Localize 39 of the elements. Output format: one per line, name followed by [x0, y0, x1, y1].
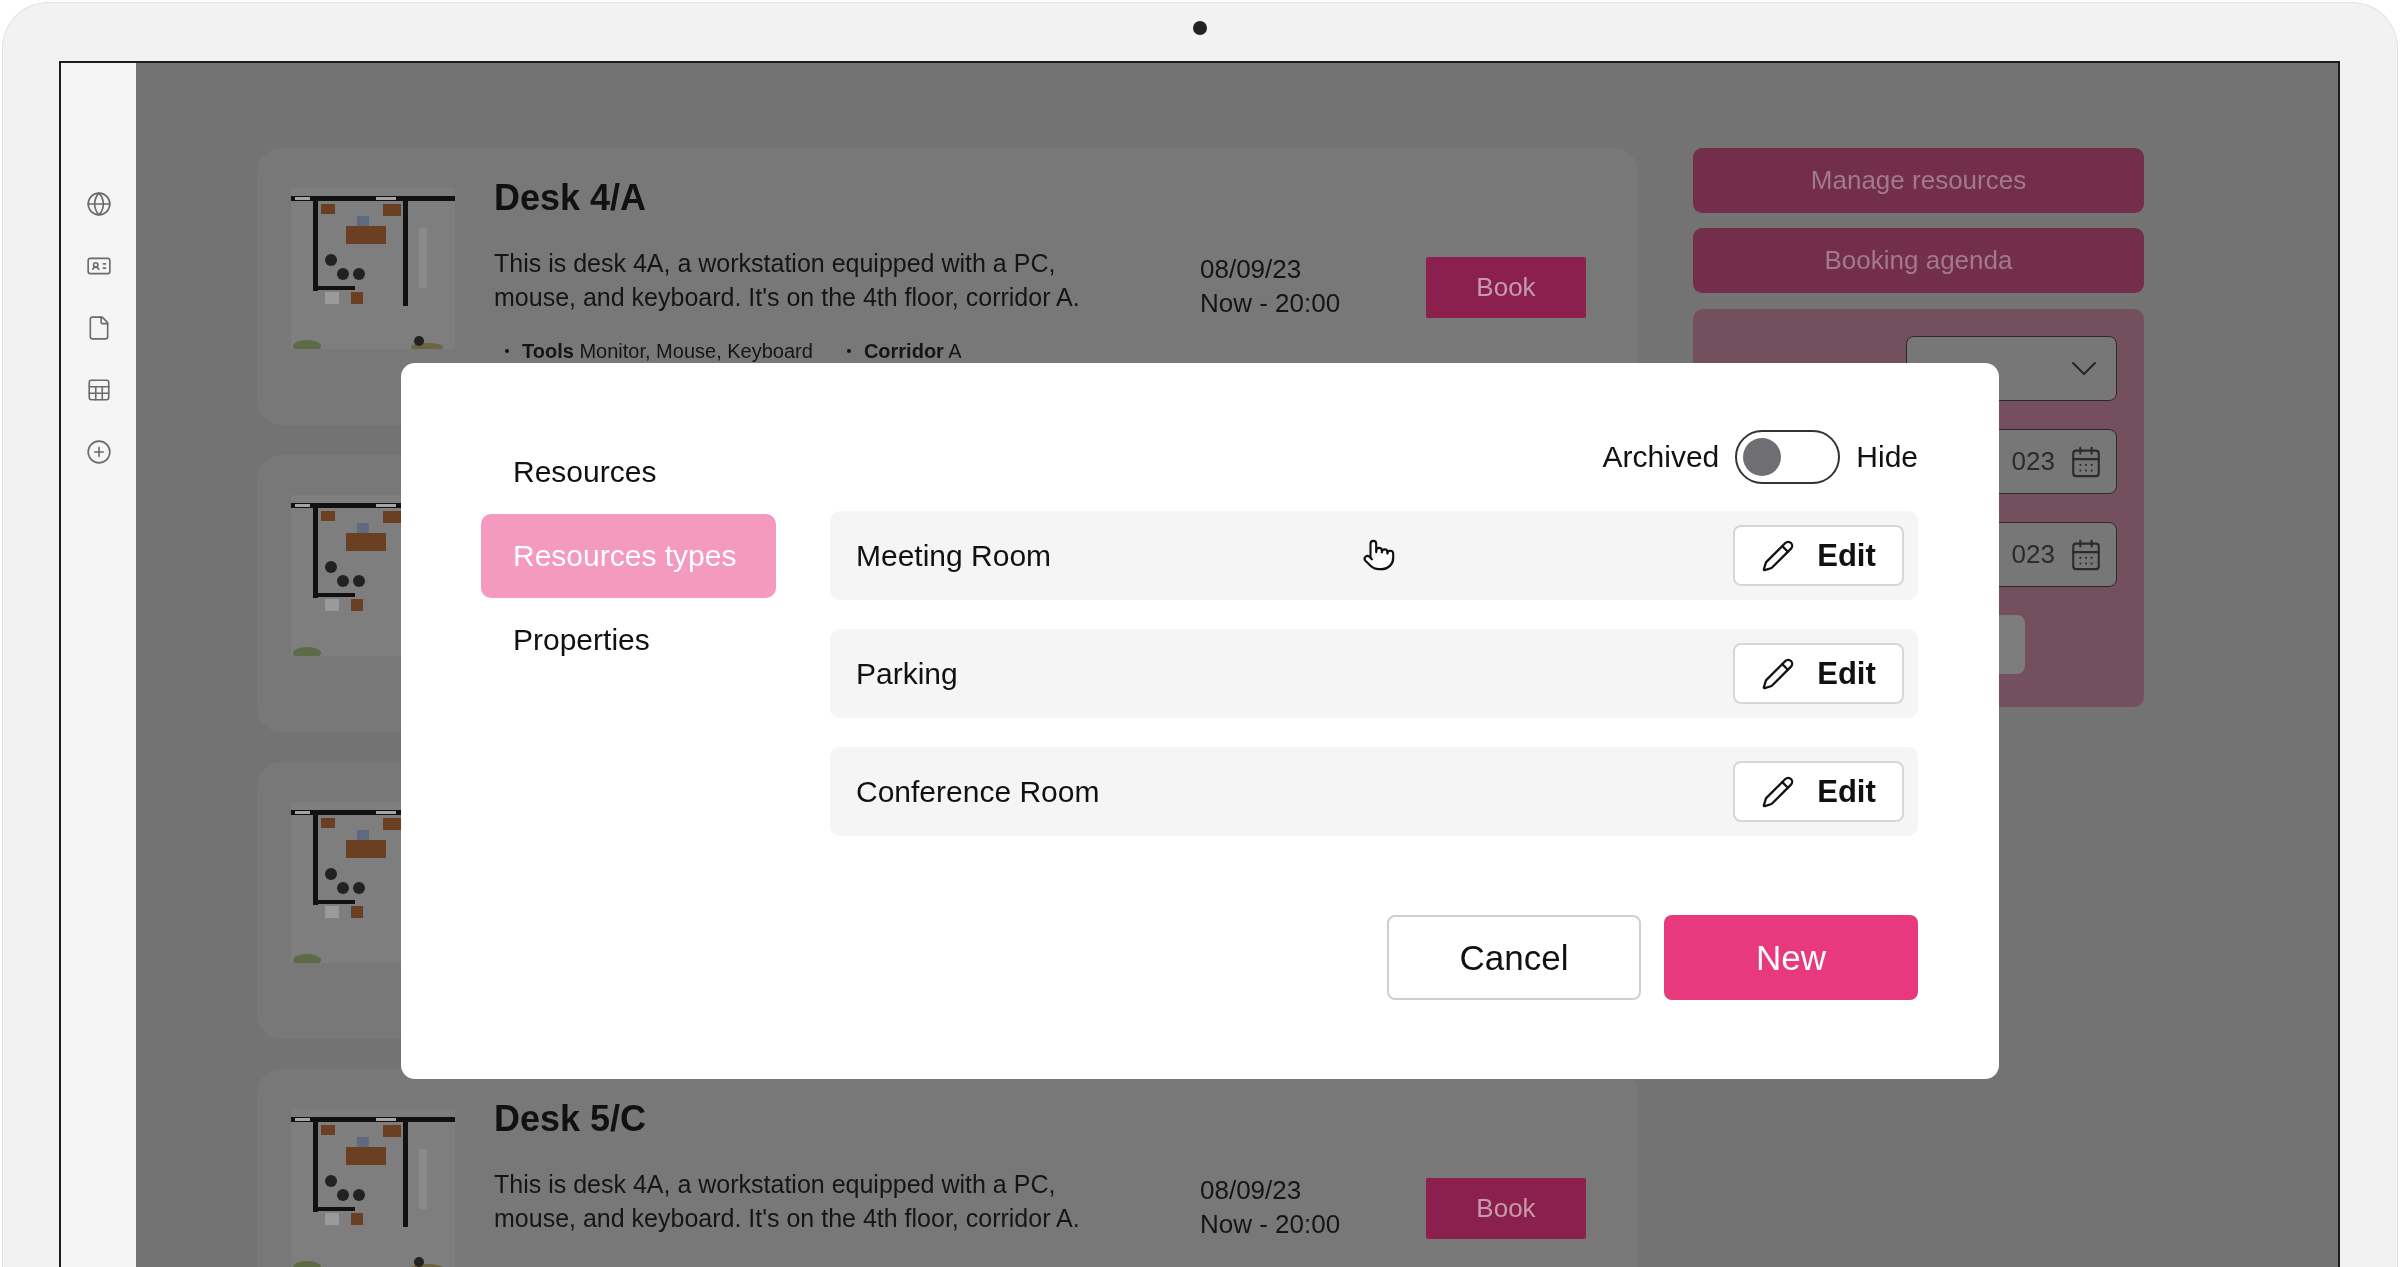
pencil-icon	[1761, 656, 1796, 691]
nav-item[interactable]: Resources	[481, 430, 776, 514]
chevron-down-icon	[2072, 362, 2096, 375]
listing-title: Desk 4/A	[494, 176, 647, 219]
resource-type-name: Conference Room	[856, 774, 1100, 809]
bullet-icon	[505, 349, 509, 353]
edit-button[interactable]: Edit	[1733, 643, 1904, 704]
globe-icon[interactable]	[85, 191, 112, 217]
pencil-icon	[1761, 774, 1796, 809]
booking-date: 08/09/23	[1200, 253, 1302, 286]
toggle-label: Archived	[1602, 440, 1720, 474]
booking-time: Now - 20:00	[1200, 1208, 1341, 1241]
bullet-icon	[846, 349, 851, 353]
listing-description: This is desk 4A, a workstation equipped with a PC, mouse, and keyboard. It's on the 4th floor, corridor A.	[494, 1169, 1081, 1234]
nav-item[interactable]: Properties	[481, 598, 776, 682]
pencil-icon	[1761, 538, 1796, 573]
book-button[interactable]: Book	[1426, 257, 1586, 318]
booking-time: Now - 20:00	[1200, 287, 1341, 320]
camera-icon	[1192, 21, 1207, 35]
resource-type-name: Meeting Room	[856, 538, 1052, 573]
feature-text: Corridor A	[863, 339, 962, 364]
nav-item[interactable]: Resources types	[481, 514, 776, 598]
edit-button[interactable]: Edit	[1733, 761, 1904, 822]
primary-button[interactable]: New	[1664, 915, 1918, 1000]
resource-type-name: Parking	[856, 656, 958, 691]
book-button[interactable]: Book	[1426, 1178, 1586, 1239]
action-button[interactable]: Manage resources	[1693, 148, 2144, 213]
listing-title: Desk 5/C	[494, 1097, 647, 1140]
action-button[interactable]: Booking agenda	[1693, 228, 2144, 293]
secondary-button[interactable]: Cancel	[1387, 915, 1641, 1000]
calendar-icon[interactable]	[2069, 537, 2103, 572]
table-icon[interactable]	[85, 377, 112, 403]
toggle-switch[interactable]	[1735, 430, 1841, 484]
add-circle-icon[interactable]	[85, 439, 112, 465]
booking-date: 08/09/23	[1200, 1174, 1302, 1207]
calendar-icon[interactable]	[2069, 444, 2103, 479]
feature-text: Tools Monitor, Mouse, Keyboard	[522, 339, 813, 364]
listing-description: This is desk 4A, a workstation equipped with a PC, mouse, and keyboard. It's on the 4th floor, corridor A.	[494, 248, 1081, 313]
edit-button[interactable]: Edit	[1733, 525, 1904, 586]
